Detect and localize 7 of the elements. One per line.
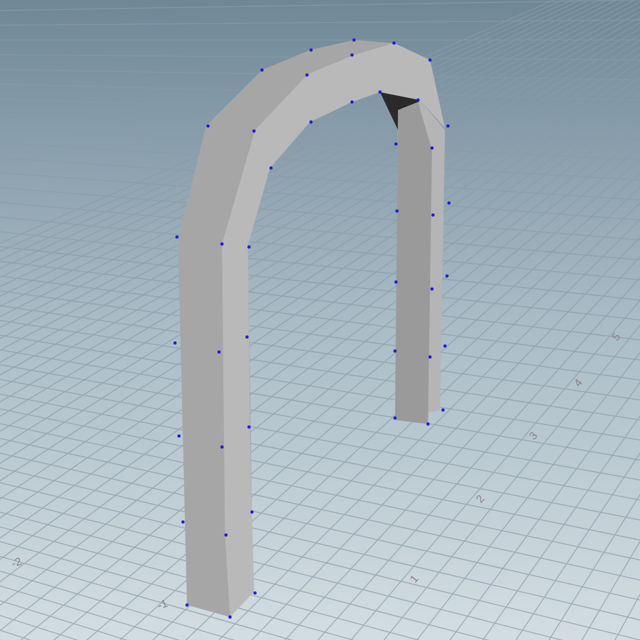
- grid-label: 4: [572, 378, 586, 390]
- grid-label: -2: [10, 556, 24, 570]
- grid-label: 5: [610, 332, 624, 344]
- grid-label: 1: [408, 574, 422, 586]
- grid-label: 3: [528, 430, 540, 442]
- grid-label: -1: [156, 598, 170, 612]
- grid-label: 2: [474, 494, 488, 506]
